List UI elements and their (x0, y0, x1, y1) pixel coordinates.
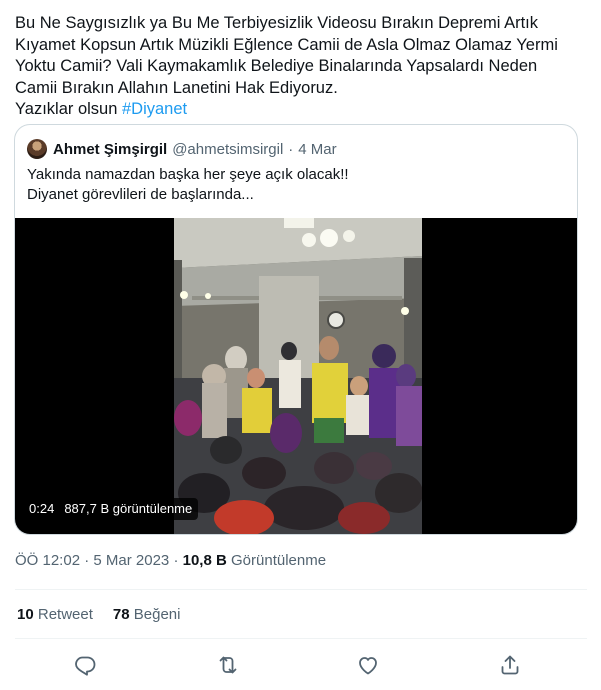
meta-separator-2: · (173, 552, 179, 569)
quote-author-handle[interactable]: @ahmetsimsirgil (172, 141, 283, 158)
divider (15, 638, 587, 639)
retweet-button[interactable] (216, 653, 240, 677)
retweets-stat[interactable]: 10 Retweet (17, 606, 93, 623)
meta-separator: · (84, 552, 90, 569)
action-bar (0, 650, 601, 680)
video-player[interactable]: 0:24 887,7 B görüntülenme (15, 218, 577, 534)
divider (15, 589, 587, 590)
tweet-stats: 10 Retweet 78 Beğeni (17, 606, 180, 623)
retweet-icon (219, 656, 237, 674)
quote-text: Yakında namazdan başka her şeye açık ola… (27, 166, 349, 203)
likes-label: Beğeni (133, 606, 181, 623)
share-button[interactable] (498, 653, 522, 677)
likes-count: 78 (112, 606, 130, 623)
likes-stat[interactable]: 78 Beğeni (113, 606, 181, 623)
hashtag-link[interactable]: #Diyanet (122, 100, 187, 118)
quote-separator: · (288, 140, 294, 158)
video-thumbnail (174, 218, 422, 534)
like-button[interactable] (356, 653, 380, 677)
tweet-date[interactable]: 5 Mar 2023 (93, 552, 169, 569)
video-views: 887,7 B görüntülenme (64, 501, 193, 516)
share-icon (501, 655, 519, 675)
tweet-time[interactable]: ÖÖ 12:02 (15, 552, 80, 569)
quoted-tweet-card[interactable]: Ahmet Şimşirgil @ahmetsimsirgil · 4 Mar … (14, 124, 578, 535)
tweet-body: Bu Ne Saygısızlık ya Bu Me Terbiyesizlik… (15, 14, 558, 118)
reply-button[interactable] (73, 653, 97, 677)
reply-icon (75, 656, 96, 676)
quote-header: Ahmet Şimşirgil @ahmetsimsirgil · 4 Mar (27, 138, 337, 160)
video-frame[interactable] (174, 218, 422, 534)
heart-icon (359, 657, 377, 675)
tweet-text: Bu Ne Saygısızlık ya Bu Me Terbiyesizlik… (15, 13, 587, 121)
views-count: 10,8 B (182, 552, 227, 569)
quote-date[interactable]: 4 Mar (298, 141, 336, 158)
tweet-meta: ÖÖ 12:02 · 5 Mar 2023 · 10,8 B Görüntüle… (15, 552, 326, 569)
avatar[interactable] (27, 139, 47, 159)
retweets-count: 10 (17, 606, 34, 623)
views-label: Görüntülenme (231, 552, 327, 569)
retweets-label: Retweet (37, 606, 93, 623)
video-duration: 0:24 (29, 501, 55, 516)
quote-author-name[interactable]: Ahmet Şimşirgil (53, 141, 167, 158)
video-badge: 0:24 887,7 B görüntülenme (23, 498, 199, 520)
